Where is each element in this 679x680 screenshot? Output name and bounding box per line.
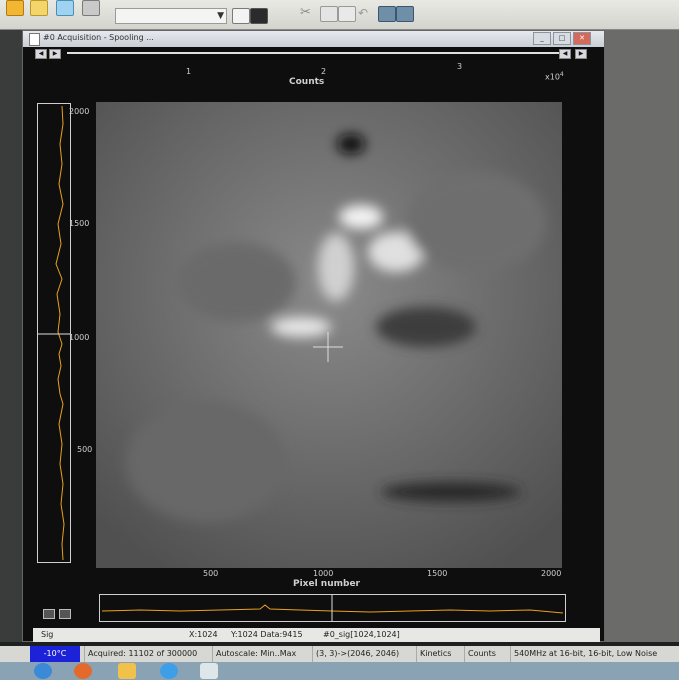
cut-icon[interactable]: ✂	[300, 6, 316, 20]
acquisition-window: #0 Acquisition - Spooling ... _ □ ✕ ◀ ▶ …	[22, 30, 605, 642]
copy-window-icon[interactable]	[232, 8, 250, 24]
x-tick-2000: 2000	[541, 569, 562, 578]
desktop-background-left	[0, 30, 22, 642]
autoscale-mode[interactable]: Autoscale: Min..Max	[212, 646, 314, 662]
pixel-number-axis-label: Pixel number	[293, 579, 360, 589]
find-icon[interactable]	[396, 6, 414, 22]
signal-label: Sig	[41, 630, 54, 639]
minimize-button[interactable]: _	[533, 32, 551, 45]
top-tick-3: 3	[457, 62, 463, 71]
scroll-right-button[interactable]: ▶	[49, 49, 61, 59]
y-tick-2000: 2000	[69, 107, 90, 116]
top-axis-scale: x104	[545, 71, 564, 82]
file-explorer-icon[interactable]	[118, 663, 136, 679]
x-tick-1500: 1500	[427, 569, 448, 578]
acquisition-mode: Kinetics	[416, 646, 466, 662]
counts-axis-label: Counts	[289, 77, 325, 87]
scroll-left-button[interactable]: ◀	[35, 49, 47, 59]
chevron-down-icon: ▼	[217, 11, 224, 21]
acquired-count: Acquired: 11102 of 300000	[84, 646, 214, 662]
y-tick-500: 500	[77, 445, 93, 454]
zoom-out-icon[interactable]	[59, 609, 71, 619]
start-icon[interactable]	[34, 663, 52, 679]
desktop-background-right	[605, 30, 679, 642]
cursor-status-bar: Sig X:1024 Y:1024 Data:9415 #0_sig[1024,…	[33, 628, 600, 642]
y-tick-1000: 1000	[69, 333, 90, 342]
horizontal-profile-line	[101, 595, 564, 621]
cursor-y-data: Y:1024 Data:9415	[231, 630, 303, 639]
scroll-track[interactable]	[67, 52, 567, 54]
data-source: #0_sig[1024,1024]	[323, 630, 400, 639]
solar-image-display[interactable]	[96, 102, 562, 568]
scroll-right-button-2[interactable]: ▶	[575, 49, 587, 59]
temperature-indicator: -10°C	[30, 646, 80, 662]
acquisition-status-bar: -10°C Acquired: 11102 of 300000 Autoscal…	[0, 646, 679, 662]
cursor-x: X:1024	[189, 630, 218, 639]
app-icon[interactable]	[200, 663, 218, 679]
x-tick-1000: 1000	[313, 569, 334, 578]
vertical-profile-line	[38, 105, 70, 561]
app-toolbar: ▼ ✂ ↶	[0, 0, 679, 30]
paste-icon[interactable]	[320, 6, 338, 22]
firefox-icon[interactable]	[74, 663, 92, 679]
window-titlebar[interactable]: #0 Acquisition - Spooling ... _ □ ✕	[23, 31, 604, 47]
image-region: (3, 3)->(2046, 2046)	[312, 646, 420, 662]
zoom-in-icon[interactable]	[43, 609, 55, 619]
undo-icon[interactable]: ↶	[358, 6, 374, 20]
clipboard-icon[interactable]	[338, 6, 356, 22]
close-button[interactable]: ✕	[573, 32, 591, 45]
save-icon[interactable]	[56, 0, 74, 16]
horizontal-scrollbar[interactable]: ◀ ▶ ◀ ▶	[35, 49, 600, 59]
vertical-profile-plot	[37, 103, 71, 563]
display-icon[interactable]	[250, 8, 268, 24]
maximize-button[interactable]: □	[553, 32, 571, 45]
edge-icon[interactable]	[160, 663, 178, 679]
view-select[interactable]: ▼	[115, 8, 227, 24]
new-file-icon[interactable]	[30, 0, 48, 16]
document-icon	[29, 33, 40, 46]
data-units: Counts	[464, 646, 512, 662]
windows-taskbar	[0, 662, 679, 680]
y-tick-1500: 1500	[69, 219, 90, 228]
readout-settings: 540MHz at 16-bit, 16-bit, Low Noise	[510, 646, 679, 662]
open-folder-icon[interactable]	[6, 0, 24, 16]
binoculars-icon[interactable]	[378, 6, 396, 22]
top-tick-2: 2	[321, 67, 327, 76]
top-tick-1: 1	[186, 67, 192, 76]
horizontal-profile-plot	[99, 594, 566, 622]
solar-image	[96, 102, 562, 568]
window-title: #0 Acquisition - Spooling ...	[43, 33, 154, 42]
scroll-left-button-2[interactable]: ◀	[559, 49, 571, 59]
x-tick-500: 500	[203, 569, 219, 578]
print-icon[interactable]	[82, 0, 100, 16]
